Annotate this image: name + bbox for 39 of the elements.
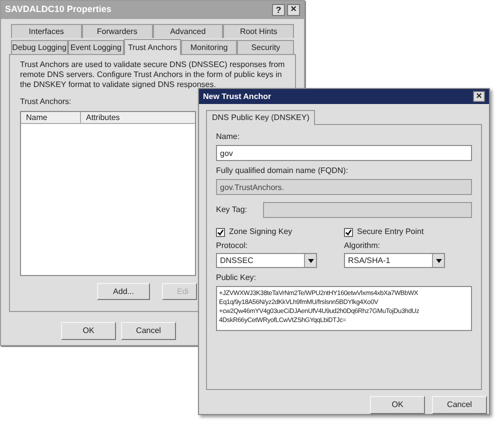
column-header[interactable]: Name xyxy=(21,112,81,123)
tab[interactable]: DNS Public Key (DNSKEY) xyxy=(206,110,316,125)
tab[interactable]: Trust Anchors xyxy=(124,39,181,55)
close-button[interactable]: × xyxy=(287,4,300,16)
field-label: Key Tag: xyxy=(216,204,247,216)
checkbox-label: Zone Signing Key xyxy=(229,226,292,238)
help-button[interactable]: ? xyxy=(272,4,285,16)
dialog-button[interactable]: OK xyxy=(61,322,116,340)
tab[interactable]: Forwarders xyxy=(82,24,152,38)
tab[interactable]: Security xyxy=(237,40,294,54)
dialog-button[interactable]: OK xyxy=(370,396,425,414)
field-label: Protocol: xyxy=(216,240,248,252)
dialog-button[interactable]: Cancel xyxy=(432,396,487,414)
checkbox[interactable] xyxy=(344,228,353,236)
field-label: Name: xyxy=(216,131,240,143)
field-label: Algorithm: xyxy=(344,240,380,252)
dropdown[interactable]: RSA/SHA-1 xyxy=(344,253,445,268)
tab[interactable]: Advanced xyxy=(152,24,224,38)
dialog-button[interactable]: Cancel xyxy=(121,322,176,340)
list-label: Trust Anchors: xyxy=(20,96,72,108)
window-title: New Trust Anchor xyxy=(203,90,272,102)
description-text: Trust Anchors are used to validate secure DNS (DNSSEC) responses from remote DNS servers. Configure Trust Anchors in the form of public keys in the DNSKEY format to validate signed DNS responses. xyxy=(20,60,286,90)
field-label: Fully qualified domain name (FQDN): xyxy=(216,165,348,177)
checkbox[interactable] xyxy=(216,228,225,236)
tab[interactable]: Event Logging xyxy=(68,40,124,54)
tab[interactable]: Interfaces xyxy=(11,24,82,38)
name-field[interactable]: gov xyxy=(216,145,472,161)
list-button[interactable]: Add... xyxy=(97,283,150,300)
tab[interactable]: Monitoring xyxy=(180,40,238,54)
close-button[interactable]: × xyxy=(473,91,485,102)
window-title: SAVDALDC10 Properties xyxy=(5,3,112,16)
dropdown-value: RSA/SHA-1 xyxy=(348,254,390,266)
dropdown-value: DNSSEC xyxy=(220,254,254,266)
column-header[interactable]: Attributes xyxy=(81,112,141,123)
dropdown[interactable]: DNSSEC xyxy=(216,253,317,268)
checkbox-label: Secure Entry Point xyxy=(357,226,424,238)
field-label: Public Key: xyxy=(216,272,256,284)
tab[interactable]: Root Hints xyxy=(223,24,294,38)
tab[interactable]: Debug Logging xyxy=(11,40,68,54)
